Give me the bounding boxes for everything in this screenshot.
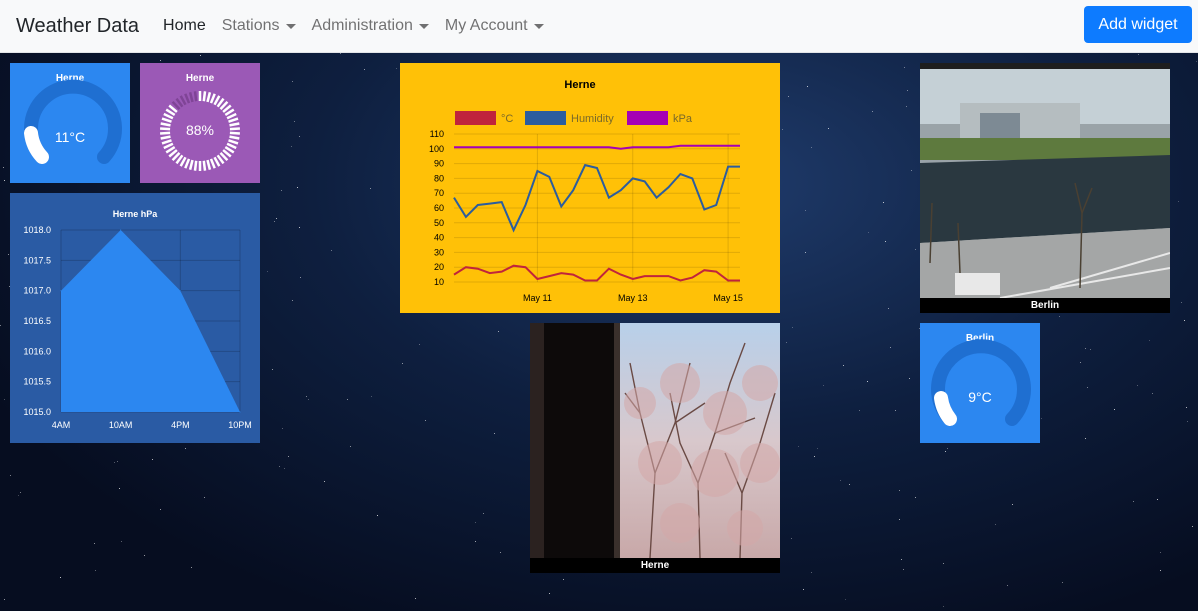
chevron-down-icon — [533, 23, 544, 29]
legend-swatch — [627, 111, 668, 125]
humidity-tick — [161, 139, 172, 145]
thermometer-gauge — [931, 339, 1031, 426]
multi-series-line-chart: Herne °C Humidity kPa 110 100 90 80 70 60 50 40 30 20… — [429, 79, 743, 303]
humidity-tick — [209, 158, 216, 169]
y-tick-label: 1015.0 — [23, 407, 51, 417]
humidity-tick — [188, 91, 194, 103]
nav-administration-dropdown[interactable]: Administration — [312, 17, 429, 35]
humidity-tick — [193, 91, 198, 102]
data-point — [179, 290, 181, 292]
chevron-down-icon — [285, 23, 296, 29]
y-tick-label: 100 — [429, 144, 444, 154]
y-tick-label: 1018.0 — [23, 225, 51, 235]
y-tick-label: 1015.5 — [23, 377, 51, 387]
legend-label: kPa — [673, 113, 693, 125]
humidity-tick — [193, 160, 198, 171]
y-tick-label: 70 — [434, 188, 444, 198]
nav-home[interactable]: Home — [163, 17, 206, 35]
y-tick-label: 50 — [434, 218, 444, 228]
y-tick-label: 40 — [434, 233, 444, 243]
humidity-tick — [184, 158, 191, 169]
humidity-tick — [184, 93, 191, 104]
legend-swatch — [525, 111, 566, 125]
nav-home-label: Home — [163, 17, 206, 34]
herne-humidity-widget[interactable]: Herne 88% — [140, 63, 260, 183]
y-tick-label: 90 — [434, 159, 444, 169]
x-tick-label: 10PM — [228, 420, 252, 430]
herne-temperature-widget[interactable]: Herne 11°C — [10, 63, 130, 183]
nav-stations-label: Stations — [221, 17, 280, 34]
y-tick-label: 1017.0 — [23, 286, 51, 296]
nav-my-account-dropdown[interactable]: My Account — [445, 17, 544, 35]
x-tick-label: May 11 — [523, 293, 552, 303]
add-widget-button[interactable]: Add widget — [1084, 6, 1192, 43]
series-line — [453, 264, 740, 282]
chevron-down-icon — [418, 23, 429, 29]
humidity-value: 88% — [185, 122, 215, 138]
y-tick-label: 30 — [434, 247, 444, 257]
x-tick-label: May 15 — [713, 293, 743, 303]
temperature-value: 9°C — [968, 389, 992, 405]
herne-pressure-chart-widget[interactable]: Herne hPa 1018.0 1017.5 1017.0 1016.5 1016.0 1… — [10, 193, 260, 443]
webcam-caption: Herne — [530, 558, 780, 573]
humidity-tick — [206, 159, 212, 171]
berlin-webcam-widget[interactable]: Berlin — [920, 63, 1170, 313]
chart-title: Herne — [564, 79, 595, 91]
berlin-temperature-widget[interactable]: Berlin 9°C — [920, 323, 1040, 443]
humidity-tick — [228, 139, 239, 145]
y-tick-label: 60 — [434, 203, 444, 213]
y-tick-label: 1017.5 — [23, 255, 51, 265]
humidity-tick — [202, 91, 207, 102]
temperature-value: 11°C — [54, 129, 86, 145]
nav-stations-dropdown[interactable]: Stations — [222, 17, 296, 35]
webcam-caption: Berlin — [920, 298, 1170, 313]
data-point — [120, 229, 122, 231]
nav-my-account-label: My Account — [444, 17, 528, 34]
humidity-tick — [163, 142, 174, 150]
pressure-area-chart: Herne hPa 1018.0 1017.5 1017.0 1016.5 1016.0 1… — [23, 209, 252, 430]
x-tick-label: May 13 — [618, 293, 648, 303]
humidity-tick — [163, 112, 174, 120]
data-point — [239, 411, 241, 413]
berlin-webcam-image — [920, 63, 1170, 298]
y-tick-label: 20 — [434, 262, 444, 272]
brand-title[interactable]: Weather Data — [16, 15, 139, 38]
thermometer-gauge — [24, 79, 122, 164]
humidity-tick — [188, 159, 194, 171]
herne-webcam-image — [530, 323, 780, 558]
legend-label: Humidity — [571, 113, 614, 125]
humidity-tick — [206, 91, 212, 103]
y-tick-label: 80 — [434, 173, 444, 183]
y-tick-label: 1016.5 — [23, 316, 51, 326]
x-tick-label: 4AM — [52, 420, 71, 430]
humidity-tick — [209, 93, 216, 104]
herne-multi-line-chart-widget[interactable]: Herne °C Humidity kPa 110 100 90 80 70 60 50 40 30 20… — [400, 63, 780, 313]
herne-webcam-widget[interactable]: Herne — [530, 323, 780, 573]
chart-title: Herne hPa — [113, 209, 159, 219]
top-navbar: Weather Data Home Stations Administratio… — [0, 0, 1198, 53]
legend-swatch — [455, 111, 496, 125]
humidity-tick — [226, 112, 237, 120]
legend-label: °C — [501, 113, 513, 125]
humidity-tick — [202, 160, 207, 171]
data-point — [60, 290, 62, 292]
humidity-tick — [226, 142, 237, 150]
y-tick-label: 110 — [430, 129, 444, 139]
y-tick-label: 1016.0 — [23, 346, 51, 356]
y-tick-label: 10 — [434, 277, 444, 287]
nav-administration-label: Administration — [311, 17, 413, 34]
x-tick-label: 4PM — [171, 420, 190, 430]
x-tick-label: 10AM — [109, 420, 133, 430]
series-line — [453, 163, 740, 233]
